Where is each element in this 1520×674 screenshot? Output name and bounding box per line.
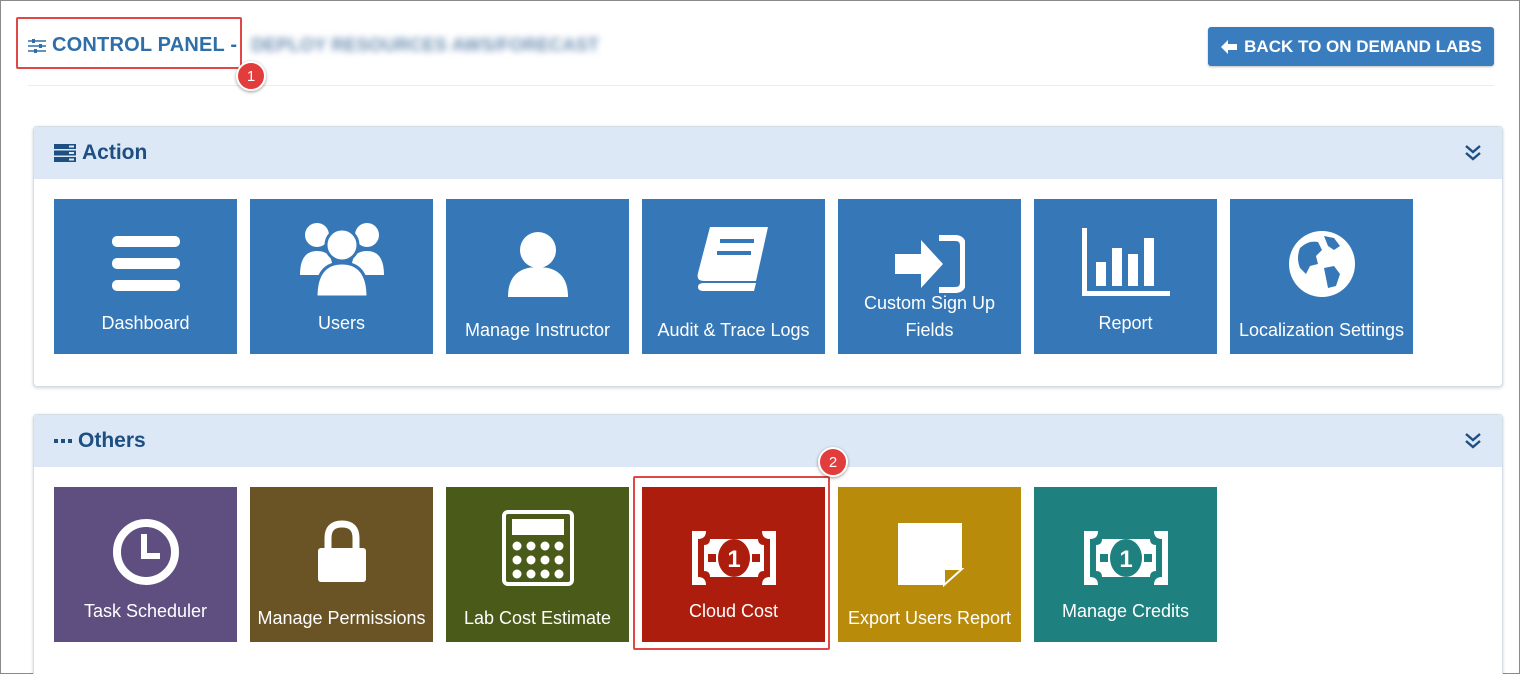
action-panel: Action Dashboard Users Manage Instructor…	[33, 126, 1503, 387]
lock-icon	[250, 517, 433, 587]
callout-badge-2: 2	[818, 447, 848, 477]
chevron-double-down-icon[interactable]	[1464, 431, 1482, 449]
tile-label: Report	[1098, 313, 1153, 333]
tile-label: Manage Permissions	[257, 608, 426, 628]
action-panel-title: Action	[82, 141, 148, 164]
users-icon	[250, 223, 433, 297]
arrow-left-icon	[1221, 39, 1238, 54]
tile-label: Custom Sign Up Fields	[863, 293, 996, 340]
action-tiles: Dashboard Users Manage Instructor Audit …	[54, 199, 1426, 354]
page-subtitle: DEPLOY RESOURCES AWS/FORECAST	[251, 35, 600, 55]
server-icon	[54, 144, 76, 162]
dashboard-icon	[54, 229, 237, 299]
tile-report[interactable]: Report	[1034, 199, 1217, 354]
tile-lab-cost-estimate[interactable]: Lab Cost Estimate	[446, 487, 629, 642]
tile-label: Export Users Report	[847, 608, 1012, 628]
tile-label: Lab Cost Estimate	[463, 608, 612, 628]
user-icon	[446, 229, 629, 299]
tile-manage-instructor[interactable]: Manage Instructor	[446, 199, 629, 354]
back-to-on-demand-labs-button[interactable]: BACK TO ON DEMAND LABS	[1208, 27, 1494, 66]
money-icon: 1	[1034, 523, 1217, 593]
calculator-icon	[446, 510, 629, 586]
tile-label: Audit & Trace Logs	[657, 320, 810, 340]
tile-task-scheduler[interactable]: Task Scheduler	[54, 487, 237, 642]
tile-label: Users	[317, 313, 365, 333]
svg-text:1: 1	[1119, 546, 1132, 573]
tile-label: Task Scheduler	[83, 601, 208, 621]
sticky-note-icon	[838, 519, 1021, 589]
tile-localization-settings[interactable]: Localization Settings	[1230, 199, 1413, 354]
tile-dashboard[interactable]: Dashboard	[54, 199, 237, 354]
others-panel-title: Others	[78, 429, 146, 452]
globe-icon	[1230, 229, 1413, 299]
callout-box-2	[633, 476, 830, 650]
clock-icon	[54, 517, 237, 587]
others-panel-header[interactable]: Others	[34, 415, 1502, 467]
tile-label: Manage Instructor	[464, 320, 611, 340]
bar-chart-icon	[1034, 227, 1217, 297]
action-panel-header[interactable]: Action	[34, 127, 1502, 179]
tile-export-users-report[interactable]: Export Users Report	[838, 487, 1021, 642]
callout-box-1	[16, 17, 242, 69]
ellipsis-icon	[54, 437, 72, 445]
tile-label: Manage Credits	[1061, 601, 1190, 621]
tile-manage-permissions[interactable]: Manage Permissions	[250, 487, 433, 642]
tile-users[interactable]: Users	[250, 199, 433, 354]
chevron-double-down-icon[interactable]	[1464, 143, 1482, 161]
book-icon	[642, 225, 825, 295]
tile-manage-credits[interactable]: 1 Manage Credits	[1034, 487, 1217, 642]
tile-custom-sign-up-fields[interactable]: Custom Sign Up Fields	[838, 199, 1021, 354]
back-button-label: BACK TO ON DEMAND LABS	[1244, 36, 1482, 56]
callout-badge-1: 1	[236, 61, 266, 91]
tile-audit-trace-logs[interactable]: Audit & Trace Logs	[642, 199, 825, 354]
sign-in-icon	[838, 229, 1021, 299]
tile-label: Dashboard	[101, 313, 190, 333]
tile-label: Localization Settings	[1238, 320, 1405, 340]
